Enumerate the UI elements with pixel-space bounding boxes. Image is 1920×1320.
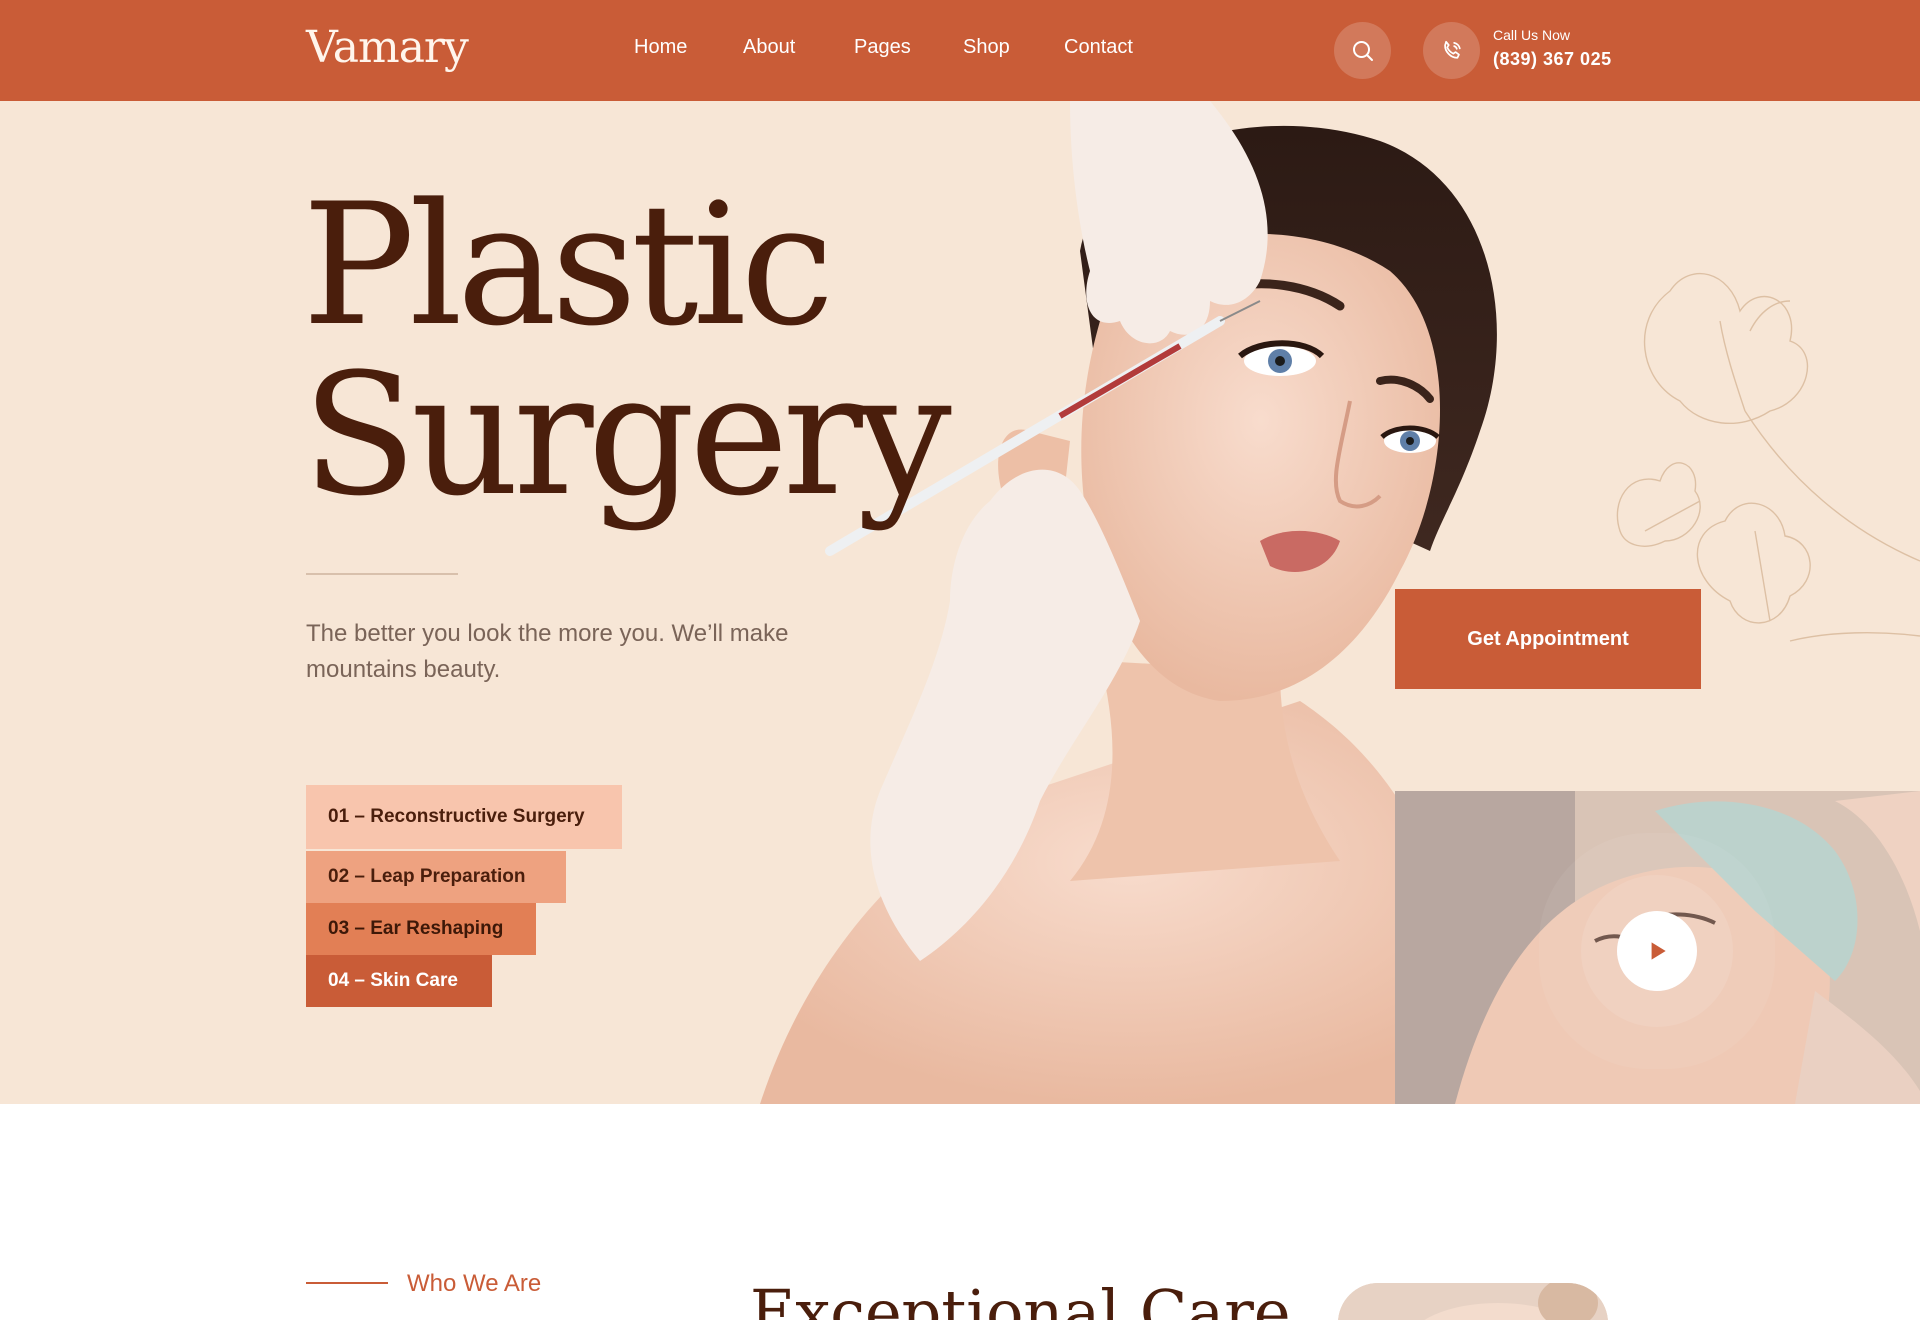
service-item-ear-reshaping[interactable]: 03 – Ear Reshaping xyxy=(306,903,536,955)
nav-home[interactable]: Home xyxy=(634,36,687,59)
get-appointment-button[interactable]: Get Appointment xyxy=(1395,589,1701,689)
call-number[interactable]: (839) 367 025 xyxy=(1493,49,1612,70)
phone-icon xyxy=(1443,40,1461,59)
call-button[interactable] xyxy=(1423,22,1480,79)
search-icon xyxy=(1352,40,1373,61)
hero-tagline: The better you look the more you. We’ll … xyxy=(306,620,789,683)
call-label: Call Us Now xyxy=(1493,27,1571,43)
who-we-are-line xyxy=(306,1282,388,1284)
who-we-are-label: Who We Are xyxy=(407,1270,542,1297)
nav-contact[interactable]: Contact xyxy=(1064,36,1133,59)
play-icon xyxy=(1651,942,1666,960)
hero-title-line-2: Surgery xyxy=(302,337,952,533)
site-header: Vamary Home About Pages Shop Contact Cal… xyxy=(0,0,1920,101)
nav-pages[interactable]: Pages xyxy=(854,36,911,59)
about-thumbnail-image xyxy=(1338,1283,1608,1320)
about-heading: Exceptional Care xyxy=(750,1276,1291,1320)
hero-divider xyxy=(306,573,458,575)
hero-title-line-1: Plastic xyxy=(302,167,834,363)
nav-about[interactable]: About xyxy=(743,36,795,59)
search-button[interactable] xyxy=(1334,22,1391,79)
service-item-skin-care[interactable]: 04 – Skin Care xyxy=(306,955,492,1007)
service-item-leap-preparation[interactable]: 02 – Leap Preparation xyxy=(306,851,566,903)
play-video-button[interactable] xyxy=(1617,911,1697,991)
service-item-reconstructive-surgery[interactable]: 01 – Reconstructive Surgery xyxy=(306,785,622,849)
site-logo[interactable]: Vamary xyxy=(306,22,469,73)
nav-shop[interactable]: Shop xyxy=(963,36,1010,59)
